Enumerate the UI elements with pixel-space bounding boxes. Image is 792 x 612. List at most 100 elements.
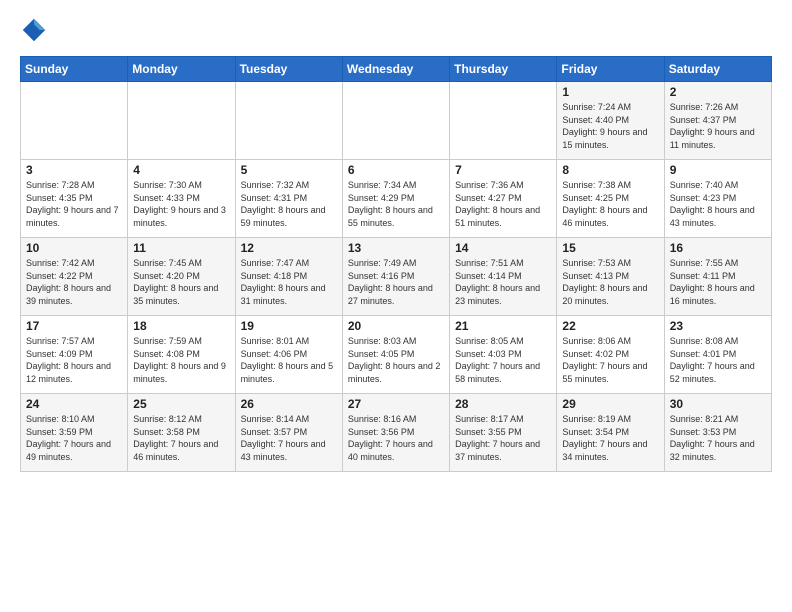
calendar-header: SundayMondayTuesdayWednesdayThursdayFrid… (21, 57, 772, 82)
day-info: Sunrise: 8:10 AM Sunset: 3:59 PM Dayligh… (26, 413, 122, 463)
day-info: Sunrise: 7:28 AM Sunset: 4:35 PM Dayligh… (26, 179, 122, 229)
day-info: Sunrise: 8:08 AM Sunset: 4:01 PM Dayligh… (670, 335, 766, 385)
day-number: 28 (455, 397, 551, 411)
day-cell (21, 82, 128, 160)
day-info: Sunrise: 8:01 AM Sunset: 4:06 PM Dayligh… (241, 335, 337, 385)
day-number: 18 (133, 319, 229, 333)
day-cell: 16Sunrise: 7:55 AM Sunset: 4:11 PM Dayli… (664, 238, 771, 316)
day-cell: 13 Sunrise: 7:49 AM Sunset: 4:16 PM Dayli… (342, 238, 449, 316)
day-info: Sunrise: 7:57 AM Sunset: 4:09 PM Dayligh… (26, 335, 122, 385)
day-info: Sunrise: 7:40 AM Sunset: 4:23 PM Dayligh… (670, 179, 766, 229)
day-number: 30 (670, 397, 766, 411)
day-cell (450, 82, 557, 160)
day-number: 19 (241, 319, 337, 333)
day-cell: 19 Sunrise: 8:01 AM Sunset: 4:06 PM Dayli… (235, 316, 342, 394)
header (20, 16, 772, 44)
day-info: Sunrise: 8:06 AM Sunset: 4:02 PM Dayligh… (562, 335, 658, 385)
day-info: Sunrise: 7:47 AM Sunset: 4:18 PM Dayligh… (241, 257, 337, 307)
weekday-header-friday: Friday (557, 57, 664, 82)
day-cell: 6Sunrise: 7:34 AM Sunset: 4:29 PM Daylig… (342, 160, 449, 238)
day-number: 22 (562, 319, 658, 333)
day-number: 14 (455, 241, 551, 255)
day-cell: 12 Sunrise: 7:47 AM Sunset: 4:18 PM Dayli… (235, 238, 342, 316)
day-cell: 7 Sunrise: 7:36 AM Sunset: 4:27 PM Daylig… (450, 160, 557, 238)
day-info: Sunrise: 7:45 AM Sunset: 4:20 PM Dayligh… (133, 257, 229, 307)
day-number: 1 (562, 85, 658, 99)
day-cell: 10 Sunrise: 7:42 AM Sunset: 4:22 PM Dayli… (21, 238, 128, 316)
day-number: 4 (133, 163, 229, 177)
day-cell: 27 Sunrise: 8:16 AM Sunset: 3:56 PM Dayli… (342, 394, 449, 472)
day-number: 11 (133, 241, 229, 255)
week-row-4: 17 Sunrise: 7:57 AM Sunset: 4:09 PM Dayli… (21, 316, 772, 394)
day-info: Sunrise: 7:51 AM Sunset: 4:14 PM Dayligh… (455, 257, 551, 307)
day-number: 17 (26, 319, 122, 333)
week-row-2: 3 Sunrise: 7:28 AM Sunset: 4:35 PM Daylig… (21, 160, 772, 238)
day-number: 3 (26, 163, 122, 177)
day-cell: 22 Sunrise: 8:06 AM Sunset: 4:02 PM Dayli… (557, 316, 664, 394)
day-cell: 2 Sunrise: 7:26 AM Sunset: 4:37 PM Daylig… (664, 82, 771, 160)
day-info: Sunrise: 8:14 AM Sunset: 3:57 PM Dayligh… (241, 413, 337, 463)
day-info: Sunrise: 7:24 AM Sunset: 4:40 PM Dayligh… (562, 101, 658, 151)
day-info: Sunrise: 7:26 AM Sunset: 4:37 PM Dayligh… (670, 101, 766, 151)
day-info: Sunrise: 7:55 AM Sunset: 4:11 PM Dayligh… (670, 257, 766, 307)
day-number: 26 (241, 397, 337, 411)
day-number: 7 (455, 163, 551, 177)
day-cell (128, 82, 235, 160)
day-number: 27 (348, 397, 444, 411)
day-info: Sunrise: 7:53 AM Sunset: 4:13 PM Dayligh… (562, 257, 658, 307)
week-row-5: 24 Sunrise: 8:10 AM Sunset: 3:59 PM Dayli… (21, 394, 772, 472)
weekday-header-wednesday: Wednesday (342, 57, 449, 82)
main-container: SundayMondayTuesdayWednesdayThursdayFrid… (0, 0, 792, 482)
day-info: Sunrise: 7:49 AM Sunset: 4:16 PM Dayligh… (348, 257, 444, 307)
day-number: 23 (670, 319, 766, 333)
weekday-header-saturday: Saturday (664, 57, 771, 82)
day-number: 10 (26, 241, 122, 255)
day-number: 12 (241, 241, 337, 255)
day-info: Sunrise: 7:32 AM Sunset: 4:31 PM Dayligh… (241, 179, 337, 229)
logo-icon (20, 16, 48, 44)
day-cell: 14 Sunrise: 7:51 AM Sunset: 4:14 PM Dayli… (450, 238, 557, 316)
day-number: 5 (241, 163, 337, 177)
day-number: 24 (26, 397, 122, 411)
day-number: 6 (348, 163, 444, 177)
day-info: Sunrise: 7:30 AM Sunset: 4:33 PM Dayligh… (133, 179, 229, 229)
day-info: Sunrise: 8:16 AM Sunset: 3:56 PM Dayligh… (348, 413, 444, 463)
day-info: Sunrise: 7:36 AM Sunset: 4:27 PM Dayligh… (455, 179, 551, 229)
day-cell: 18 Sunrise: 7:59 AM Sunset: 4:08 PM Dayli… (128, 316, 235, 394)
day-info: Sunrise: 7:59 AM Sunset: 4:08 PM Dayligh… (133, 335, 229, 385)
calendar-body: 1 Sunrise: 7:24 AM Sunset: 4:40 PM Daylig… (21, 82, 772, 472)
logo (20, 16, 52, 44)
day-info: Sunrise: 8:19 AM Sunset: 3:54 PM Dayligh… (562, 413, 658, 463)
weekday-header-thursday: Thursday (450, 57, 557, 82)
weekday-row: SundayMondayTuesdayWednesdayThursdayFrid… (21, 57, 772, 82)
day-info: Sunrise: 7:38 AM Sunset: 4:25 PM Dayligh… (562, 179, 658, 229)
day-number: 21 (455, 319, 551, 333)
day-cell (342, 82, 449, 160)
day-cell: 25Sunrise: 8:12 AM Sunset: 3:58 PM Dayli… (128, 394, 235, 472)
day-cell: 23 Sunrise: 8:08 AM Sunset: 4:01 PM Dayli… (664, 316, 771, 394)
week-row-1: 1 Sunrise: 7:24 AM Sunset: 4:40 PM Daylig… (21, 82, 772, 160)
day-cell: 1 Sunrise: 7:24 AM Sunset: 4:40 PM Daylig… (557, 82, 664, 160)
day-cell: 8Sunrise: 7:38 AM Sunset: 4:25 PM Daylig… (557, 160, 664, 238)
day-cell: 4 Sunrise: 7:30 AM Sunset: 4:33 PM Daylig… (128, 160, 235, 238)
day-cell: 26 Sunrise: 8:14 AM Sunset: 3:57 PM Dayli… (235, 394, 342, 472)
day-cell (235, 82, 342, 160)
day-cell: 29 Sunrise: 8:19 AM Sunset: 3:54 PM Dayli… (557, 394, 664, 472)
weekday-header-sunday: Sunday (21, 57, 128, 82)
week-row-3: 10 Sunrise: 7:42 AM Sunset: 4:22 PM Dayli… (21, 238, 772, 316)
day-cell: 17 Sunrise: 7:57 AM Sunset: 4:09 PM Dayli… (21, 316, 128, 394)
day-number: 2 (670, 85, 766, 99)
day-info: Sunrise: 8:17 AM Sunset: 3:55 PM Dayligh… (455, 413, 551, 463)
day-info: Sunrise: 7:42 AM Sunset: 4:22 PM Dayligh… (26, 257, 122, 307)
day-cell: 15Sunrise: 7:53 AM Sunset: 4:13 PM Dayli… (557, 238, 664, 316)
day-cell: 9Sunrise: 7:40 AM Sunset: 4:23 PM Daylig… (664, 160, 771, 238)
day-number: 29 (562, 397, 658, 411)
calendar-table: SundayMondayTuesdayWednesdayThursdayFrid… (20, 56, 772, 472)
day-cell: 28 Sunrise: 8:17 AM Sunset: 3:55 PM Dayli… (450, 394, 557, 472)
day-cell: 30 Sunrise: 8:21 AM Sunset: 3:53 PM Dayli… (664, 394, 771, 472)
day-number: 13 (348, 241, 444, 255)
day-info: Sunrise: 8:21 AM Sunset: 3:53 PM Dayligh… (670, 413, 766, 463)
day-number: 25 (133, 397, 229, 411)
day-number: 20 (348, 319, 444, 333)
day-cell: 20Sunrise: 8:03 AM Sunset: 4:05 PM Dayli… (342, 316, 449, 394)
